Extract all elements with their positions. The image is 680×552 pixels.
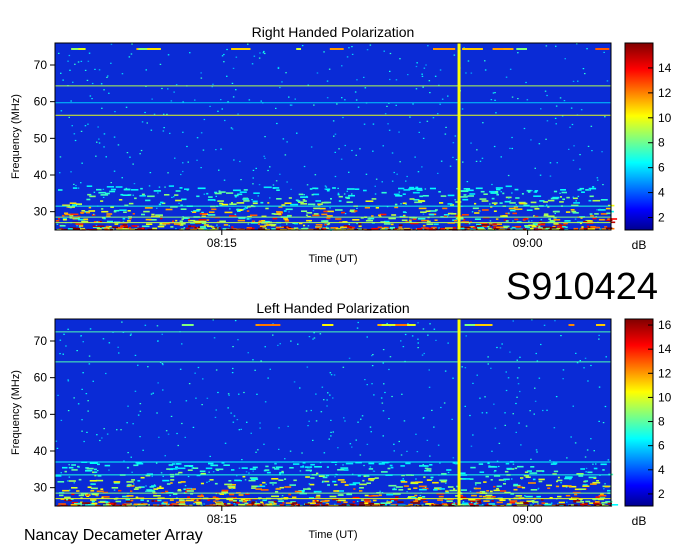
colorbar-tick-label: 14 bbox=[658, 61, 672, 75]
y-axis-label: Frequency (MHz) bbox=[10, 370, 22, 455]
y-tick-label: 30 bbox=[34, 205, 48, 219]
x-tick-label: 08:15 bbox=[207, 236, 237, 250]
chart-title: Right Handed Polarization bbox=[252, 24, 415, 40]
colorbar-tick-label: 10 bbox=[658, 111, 672, 125]
colorbar-tick-label: 14 bbox=[658, 342, 672, 356]
colorbar-tick-label: 4 bbox=[658, 463, 665, 477]
x-axis-label: Time (UT) bbox=[308, 253, 357, 265]
chart-title: Left Handed Polarization bbox=[256, 300, 409, 316]
x-axis-label: Time (UT) bbox=[308, 529, 357, 541]
colorbar bbox=[624, 318, 654, 507]
y-tick-label: 60 bbox=[34, 95, 48, 109]
colorbar-unit: dB bbox=[632, 514, 647, 528]
y-tick-label: 70 bbox=[34, 58, 48, 72]
colorbar-tick-label: 8 bbox=[658, 136, 665, 150]
y-axis-label: Frequency (MHz) bbox=[10, 94, 22, 179]
colorbar-tick-label: 2 bbox=[658, 487, 665, 501]
y-tick-label: 50 bbox=[34, 407, 48, 421]
footer-label: Nancay Decameter Array bbox=[24, 527, 203, 544]
y-tick-label: 60 bbox=[34, 371, 48, 385]
x-tick-label: 08:15 bbox=[207, 512, 237, 526]
colorbar-unit: dB bbox=[632, 238, 647, 252]
colorbar-tick-label: 2 bbox=[658, 211, 665, 225]
y-tick-label: 40 bbox=[34, 444, 48, 458]
colorbar-tick-label: 10 bbox=[658, 390, 672, 404]
colorbar-tick-label: 8 bbox=[658, 415, 665, 429]
colorbar-tick-label: 4 bbox=[658, 186, 665, 200]
event-id: S910424 bbox=[505, 266, 658, 308]
colorbar-tick-label: 6 bbox=[658, 161, 665, 175]
y-tick-label: 70 bbox=[34, 334, 48, 348]
x-tick-label: 09:00 bbox=[513, 236, 543, 250]
y-tick-label: 40 bbox=[34, 168, 48, 182]
colorbar-tick-label: 16 bbox=[658, 318, 672, 332]
panel-right-polarization: Right Handed Polarization 30 40 50 60 70 Frequ… bbox=[10, 24, 672, 265]
x-tick-label: 09:00 bbox=[513, 512, 543, 526]
colorbar-tick-label: 12 bbox=[658, 86, 672, 100]
colorbar-tick-label: 12 bbox=[658, 366, 672, 380]
colorbar bbox=[624, 42, 654, 231]
y-tick-label: 30 bbox=[34, 481, 48, 495]
y-tick-label: 50 bbox=[34, 131, 48, 145]
colorbar-tick-label: 6 bbox=[658, 439, 665, 453]
panel-left-polarization: Left Handed Polarization 30 40 50 60 70 Freque… bbox=[10, 300, 672, 541]
